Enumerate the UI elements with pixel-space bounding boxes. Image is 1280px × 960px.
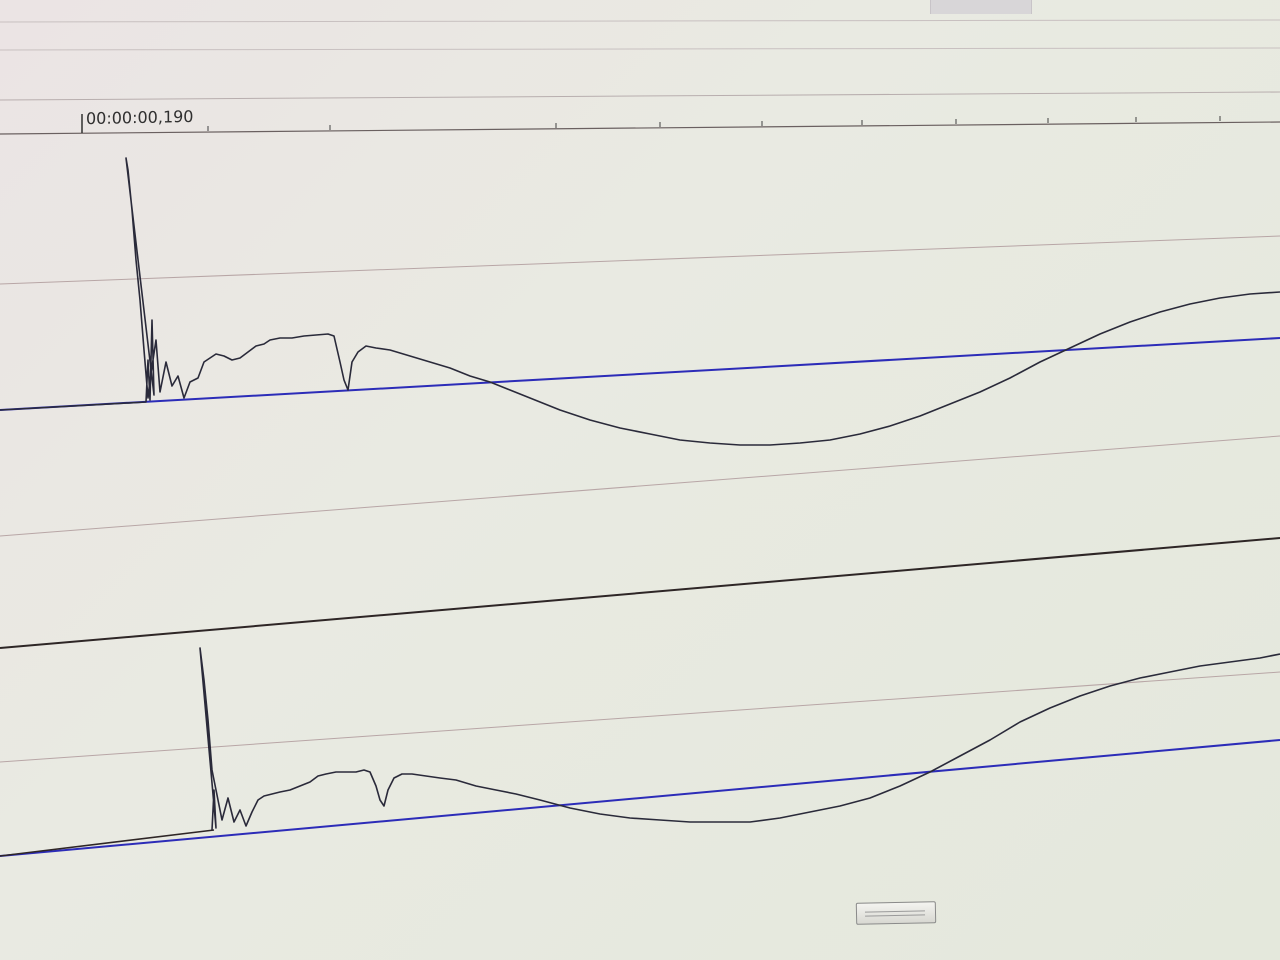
center-line xyxy=(0,337,1280,411)
header-line xyxy=(0,19,1280,23)
timeline-canvas[interactable] xyxy=(0,0,1280,960)
center-line xyxy=(0,739,1280,857)
grid-line xyxy=(0,671,1280,763)
track-separator xyxy=(0,537,1280,649)
header-line xyxy=(0,91,1280,101)
horizontal-scroll-thumb[interactable] xyxy=(855,901,937,925)
waveform-track-1[interactable] xyxy=(0,157,1280,537)
waveform-track-2[interactable] xyxy=(0,647,1280,857)
grid-line xyxy=(0,435,1280,537)
header-line xyxy=(0,47,1280,51)
waveform-line xyxy=(199,647,1280,831)
cursor-time-label: 00:00:00,190 xyxy=(86,106,194,129)
audio-editor-window: 00:00:00,190 xyxy=(0,0,1280,960)
grid-line xyxy=(0,235,1280,285)
grip-icon xyxy=(864,910,926,917)
track-baseline xyxy=(0,829,215,857)
waveform-line xyxy=(0,157,1280,446)
